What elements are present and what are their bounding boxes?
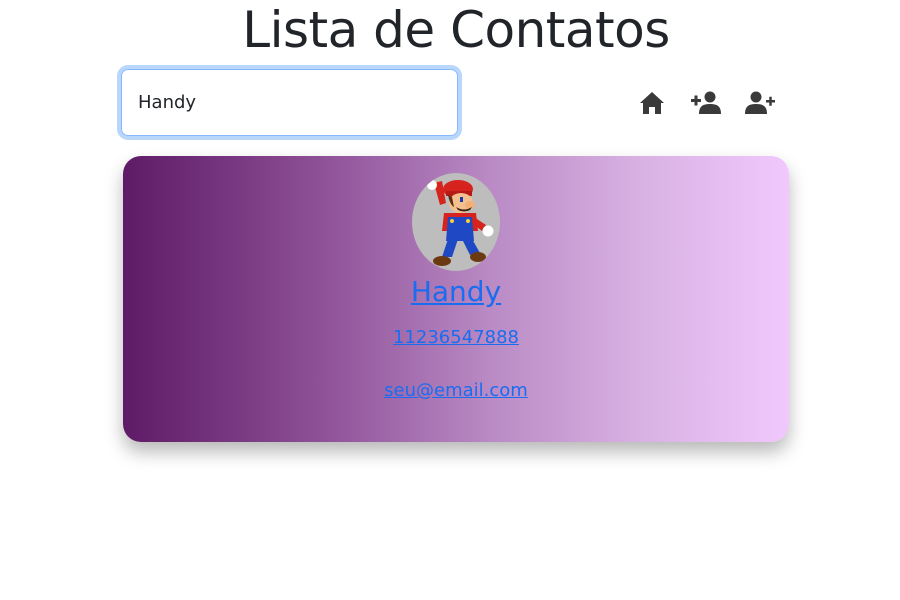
contact-phone-link[interactable]: 11236547888 (123, 326, 789, 350)
home-icon (639, 92, 664, 114)
contact-card: Handy 11236547888 seu@email.com (123, 156, 789, 442)
page-title: Lista de Contatos (242, 1, 670, 59)
manage-contacts-button[interactable] (742, 88, 777, 118)
manage-contacts-icon (744, 91, 775, 114)
toolbar (634, 88, 777, 118)
avatar (412, 173, 500, 271)
home-button[interactable] (634, 88, 669, 118)
contact-name-link[interactable]: Handy (123, 274, 789, 310)
add-contact-button[interactable] (688, 88, 723, 118)
add-contact-icon (690, 91, 721, 114)
mario-avatar-icon (427, 180, 494, 266)
contact-email-link[interactable]: seu@email.com (123, 379, 789, 403)
search-input[interactable] (121, 69, 458, 136)
search-field-wrapper (121, 69, 458, 136)
